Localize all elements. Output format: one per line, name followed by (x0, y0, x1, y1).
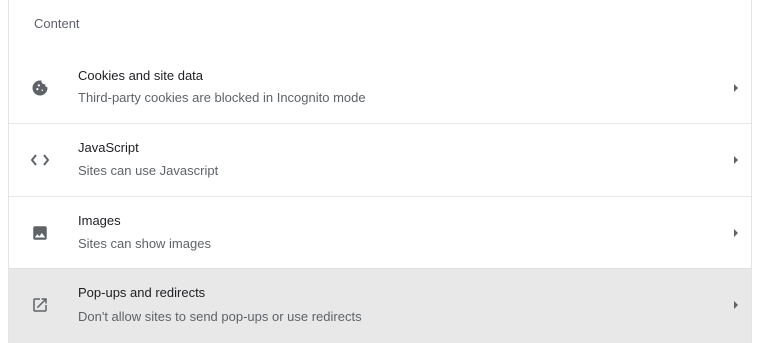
settings-row-javascript[interactable]: JavaScript Sites can use Javascript (9, 123, 751, 195)
row-subtitle: Sites can use Javascript (78, 163, 219, 178)
row-subtitle: Don't allow sites to send pop-ups or use… (78, 309, 362, 324)
row-title: JavaScript (78, 140, 139, 155)
cookie-icon (29, 77, 51, 99)
settings-row-popups[interactable]: Pop-ups and redirects Don't allow sites … (9, 268, 751, 343)
chevron-right-icon (731, 83, 741, 93)
settings-page: Content Cookies and site data Third-part… (0, 0, 760, 343)
row-title: Cookies and site data (78, 68, 204, 83)
settings-row-cookies[interactable]: Cookies and site data Third-party cookie… (9, 52, 751, 124)
row-subtitle: Third-party cookies are blocked in Incog… (78, 90, 366, 105)
content-settings-card: Content Cookies and site data Third-part… (8, 0, 752, 343)
chevron-right-icon (731, 300, 741, 310)
image-icon (29, 222, 51, 244)
open-in-new-icon (29, 294, 51, 316)
row-subtitle: Sites can show images (78, 236, 211, 251)
row-title: Images (78, 213, 121, 228)
chevron-right-icon (731, 228, 741, 238)
row-title: Pop-ups and redirects (78, 285, 206, 300)
settings-row-images[interactable]: Images Sites can show images (9, 196, 751, 268)
chevron-right-icon (731, 155, 741, 165)
code-brackets-icon (29, 149, 51, 171)
section-title: Content (34, 16, 80, 31)
